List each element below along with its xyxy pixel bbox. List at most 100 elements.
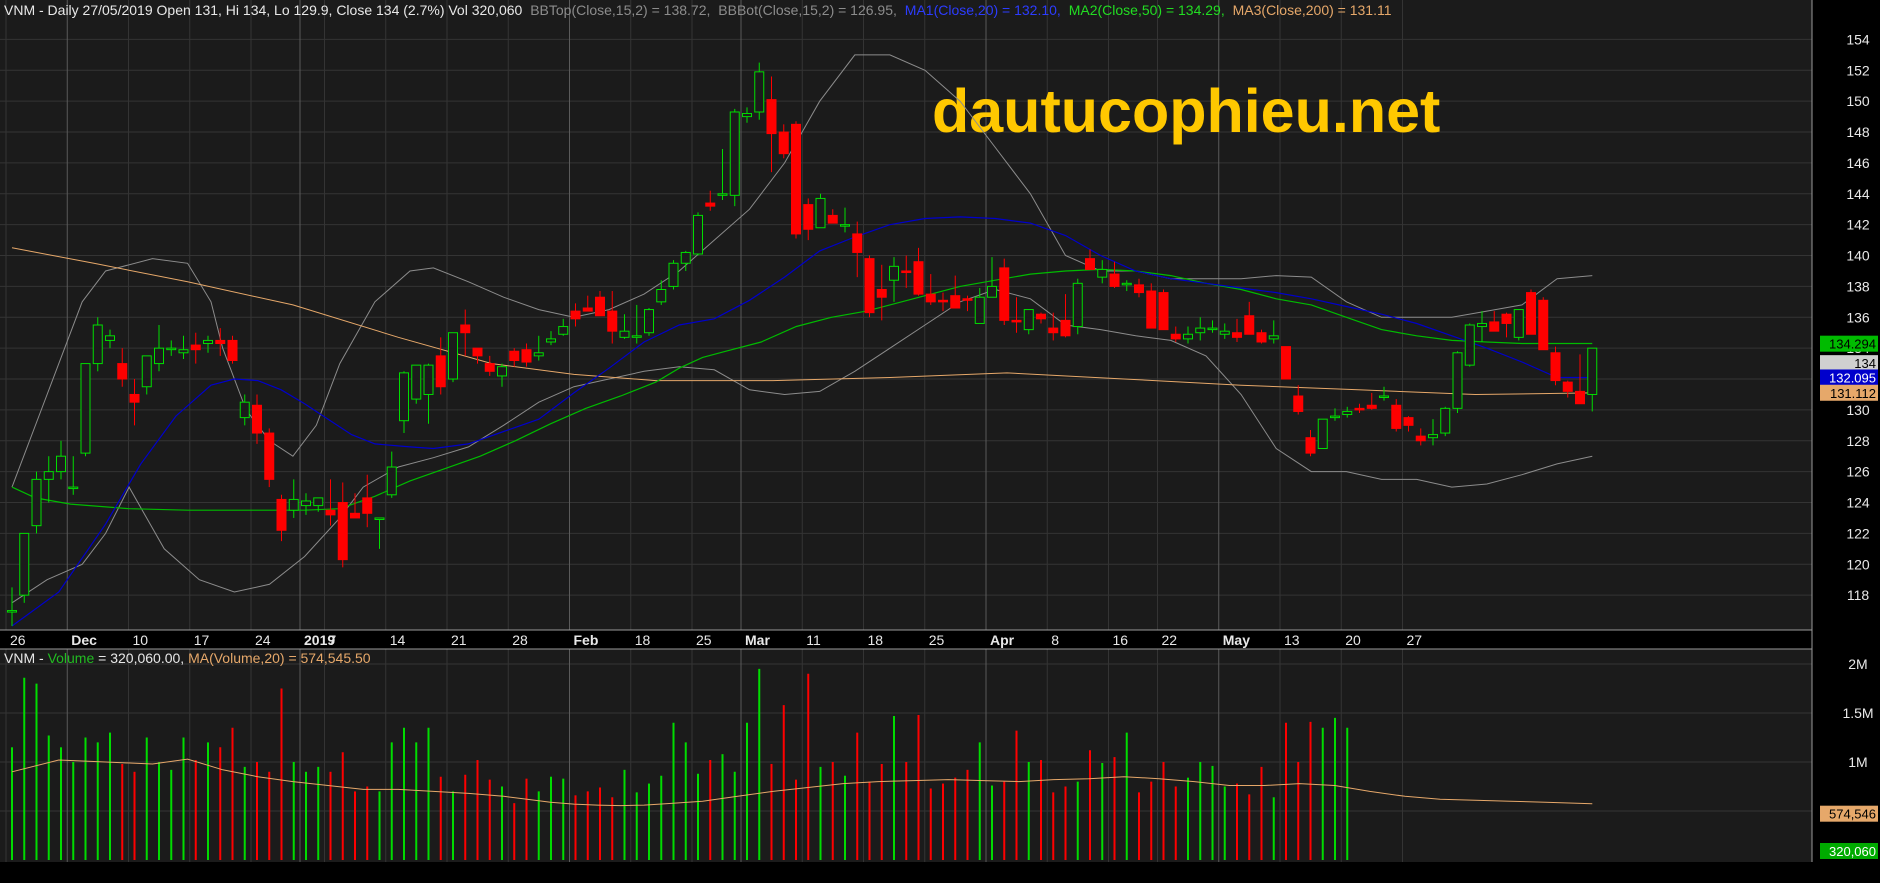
- candle-body: [386, 466, 397, 496]
- candle-body: [827, 214, 838, 224]
- candle-body: [533, 352, 544, 357]
- candle-body: [276, 498, 287, 531]
- candle-body: [350, 512, 360, 519]
- candle-body: [313, 497, 324, 507]
- candle-body: [1121, 282, 1132, 286]
- candle-body: [791, 123, 801, 235]
- price-tick-label: 124: [1846, 495, 1870, 511]
- price-tick-label: 150: [1846, 93, 1870, 109]
- candle-body: [656, 288, 667, 303]
- date-tick-label: Apr: [990, 632, 1015, 648]
- candle-body: [166, 347, 177, 351]
- candle-body: [1195, 327, 1206, 334]
- candle-body: [1085, 258, 1095, 270]
- candle-body: [570, 310, 581, 320]
- candle-body: [362, 497, 373, 514]
- price-tick-label: 148: [1846, 124, 1870, 140]
- header-vol-name: Volume: [48, 650, 95, 666]
- candle-body: [962, 298, 973, 301]
- candle-body: [1256, 332, 1267, 343]
- date-tick-label: 11: [806, 632, 821, 648]
- candle-body: [129, 393, 140, 403]
- header-ma2: MA2(Close,50) = 134.29,: [1069, 2, 1225, 18]
- candle-body: [1587, 347, 1598, 395]
- candle-body: [999, 267, 1010, 321]
- watermark: dautucophieu.net: [932, 77, 1440, 145]
- header-vol-prefix: VNM -: [4, 650, 48, 666]
- candle-body: [582, 307, 593, 312]
- candle-body: [227, 339, 238, 362]
- candle-body: [1048, 327, 1059, 334]
- candle-body: [693, 214, 703, 255]
- candle-body: [1538, 299, 1549, 351]
- candle-body: [1501, 313, 1512, 324]
- candle-body: [864, 258, 875, 314]
- price-tick-label: 140: [1846, 248, 1870, 264]
- candle-body: [399, 372, 409, 422]
- candle-body: [1330, 415, 1340, 419]
- candle-body: [301, 500, 311, 507]
- candle-body: [1440, 407, 1451, 434]
- price-tick-label: 136: [1846, 309, 1870, 325]
- candle-body: [472, 347, 483, 357]
- candle-body: [509, 350, 520, 362]
- date-tick-label: Dec: [71, 632, 97, 648]
- candle-body: [337, 502, 348, 561]
- candle-body: [203, 339, 213, 345]
- candle-body: [742, 113, 752, 118]
- candle-body: [876, 288, 887, 298]
- candle-body: [889, 265, 899, 281]
- candle-body: [92, 324, 103, 365]
- candle-body: [925, 293, 936, 303]
- candle-body: [215, 339, 226, 345]
- volume-value-tag: 320,060: [1829, 844, 1876, 859]
- date-tick-label: 18: [868, 632, 884, 648]
- candle-body: [1244, 315, 1255, 335]
- date-tick-label: 22: [1162, 632, 1178, 648]
- candle-body: [1452, 352, 1463, 409]
- price-header: VNM - Daily 27/05/2019 Open 131, Hi 134,…: [4, 2, 1392, 18]
- candle-body: [729, 111, 740, 196]
- candle-body: [1207, 327, 1218, 331]
- candle-body: [950, 295, 961, 309]
- date-tick-label: Feb: [574, 632, 599, 648]
- date-tick-label: 16: [1113, 632, 1129, 648]
- candle-body: [264, 432, 275, 480]
- candle-body: [680, 251, 691, 264]
- ma2-value-tag: 134.294: [1829, 337, 1876, 352]
- candle-body: [1403, 417, 1414, 426]
- candle-body: [1036, 313, 1046, 320]
- candle-body: [1342, 410, 1353, 416]
- candle-body: [448, 332, 458, 380]
- candle-body: [7, 610, 17, 613]
- date-tick-label: 8: [1051, 632, 1059, 648]
- date-tick-label: 25: [929, 632, 945, 648]
- candle-body: [1072, 282, 1083, 328]
- header-ma1: MA1(Close,20) = 132.10,: [905, 2, 1061, 18]
- price-tick-label: 142: [1846, 217, 1870, 233]
- candle-body: [1281, 346, 1291, 380]
- candle-body: [1060, 319, 1071, 337]
- candle-body: [435, 355, 446, 388]
- candle-body: [252, 404, 262, 434]
- candle-body: [595, 296, 605, 317]
- close-value-tag: 134: [1854, 356, 1876, 371]
- candle-body: [1391, 404, 1402, 429]
- stock-chart[interactable]: dautucophieu.net 11812012212412612813013…: [0, 0, 1880, 878]
- chart-window: dautucophieu.net 118 120 122 124 126 128 130 13…: [0, 0, 1880, 878]
- candle-body: [105, 335, 115, 341]
- candle-body: [1232, 332, 1242, 338]
- date-tick-label: 20: [1345, 632, 1361, 648]
- candle-body: [411, 364, 422, 400]
- candle-body: [154, 347, 164, 365]
- price-tick-label: 118: [1847, 587, 1870, 603]
- candle-body: [1513, 309, 1524, 338]
- candle-body: [1562, 381, 1573, 392]
- header-vol-value: = 320,060.00,: [98, 650, 188, 666]
- candle-body: [644, 309, 654, 334]
- date-tick-label: 27: [1407, 632, 1423, 648]
- candle-body: [1354, 407, 1365, 411]
- candle-body: [1023, 309, 1034, 331]
- candle-body: [288, 498, 299, 511]
- volume-tick-label: 2M: [1848, 656, 1867, 672]
